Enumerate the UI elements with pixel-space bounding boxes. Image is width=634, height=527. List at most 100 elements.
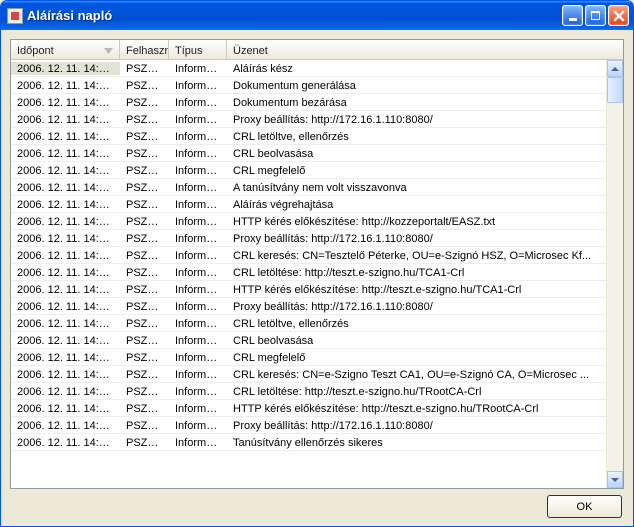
cell-time: 2006. 12. 11. 14:27:57	[11, 164, 120, 177]
cell-type: Information	[169, 164, 227, 177]
scroll-down-button[interactable]	[607, 471, 623, 488]
cell-type: Information	[169, 198, 227, 211]
window: Aláírási napló Időpont Felhaszn Típus Üz…	[0, 0, 634, 527]
minimize-button[interactable]	[562, 5, 583, 26]
vertical-scrollbar[interactable]	[606, 60, 623, 488]
cell-type: Information	[169, 130, 227, 143]
cell-msg: HTTP kérés előkészítése: http://teszt.e-…	[227, 283, 606, 296]
table-row[interactable]: 2006. 12. 11. 14:27:58PSZAF...Informatio…	[11, 60, 606, 77]
cell-type: Information	[169, 215, 227, 228]
cell-time: 2006. 12. 11. 14:27:56	[11, 334, 120, 347]
cell-msg: Aláírás kész	[227, 62, 606, 75]
column-header-message-label: Üzenet	[233, 45, 268, 57]
listview-rows: 2006. 12. 11. 14:27:58PSZAF...Informatio…	[11, 60, 606, 488]
column-header-user-label: Felhaszn	[126, 45, 169, 57]
cell-time: 2006. 12. 11. 14:27:57	[11, 130, 120, 143]
titlebar[interactable]: Aláírási napló	[1, 1, 633, 30]
cell-type: Information	[169, 181, 227, 194]
cell-msg: CRL beolvasása	[227, 334, 606, 347]
scroll-track[interactable]	[607, 77, 623, 471]
table-row[interactable]: 2006. 12. 11. 14:27:57PSZAF...Informatio…	[11, 162, 606, 179]
cell-time: 2006. 12. 11. 14:27:56	[11, 368, 120, 381]
listview-body: 2006. 12. 11. 14:27:58PSZAF...Informatio…	[11, 60, 623, 488]
cell-user: PSZAF...	[120, 62, 169, 75]
cell-user: PSZAF...	[120, 419, 169, 432]
cell-time: 2006. 12. 11. 14:27:55	[11, 436, 120, 449]
ok-button[interactable]: OK	[547, 495, 622, 518]
window-buttons	[562, 5, 629, 26]
minimize-icon	[569, 18, 577, 21]
cell-user: PSZAF...	[120, 368, 169, 381]
cell-msg: CRL keresés: CN=e-Szigno Teszt CA1, OU=e…	[227, 368, 606, 381]
cell-msg: A tanúsítvány nem volt visszavonva	[227, 181, 606, 194]
cell-time: 2006. 12. 11. 14:27:56	[11, 283, 120, 296]
window-title: Aláírási napló	[27, 8, 562, 23]
cell-user: PSZAF...	[120, 402, 169, 415]
cell-type: Information	[169, 385, 227, 398]
cell-msg: Aláírás végrehajtása	[227, 198, 606, 211]
app-icon	[7, 8, 23, 24]
cell-time: 2006. 12. 11. 14:27:56	[11, 402, 120, 415]
cell-type: Information	[169, 402, 227, 415]
table-row[interactable]: 2006. 12. 11. 14:27:56PSZAF...Informatio…	[11, 281, 606, 298]
cell-msg: Proxy beállítás: http://172.16.1.110:808…	[227, 113, 606, 126]
table-row[interactable]: 2006. 12. 11. 14:27:56PSZAF...Informatio…	[11, 247, 606, 264]
table-row[interactable]: 2006. 12. 11. 14:27:57PSZAF...Informatio…	[11, 230, 606, 247]
cell-user: PSZAF...	[120, 181, 169, 194]
scroll-up-button[interactable]	[607, 60, 623, 77]
cell-type: Information	[169, 266, 227, 279]
column-header-type[interactable]: Típus	[169, 40, 227, 59]
cell-msg: HTTP kérés előkészítése: http://teszt.e-…	[227, 402, 606, 415]
table-row[interactable]: 2006. 12. 11. 14:27:55PSZAF...Informatio…	[11, 434, 606, 451]
cell-type: Information	[169, 436, 227, 449]
cell-type: Information	[169, 334, 227, 347]
cell-msg: CRL megfelelő	[227, 351, 606, 364]
cell-time: 2006. 12. 11. 14:27:57	[11, 113, 120, 126]
scroll-thumb[interactable]	[607, 77, 623, 103]
column-header-time[interactable]: Időpont	[11, 40, 120, 59]
table-row[interactable]: 2006. 12. 11. 14:27:57PSZAF...Informatio…	[11, 196, 606, 213]
cell-user: PSZAF...	[120, 385, 169, 398]
cell-type: Information	[169, 300, 227, 313]
table-row[interactable]: 2006. 12. 11. 14:27:56PSZAF...Informatio…	[11, 366, 606, 383]
cell-time: 2006. 12. 11. 14:27:55	[11, 419, 120, 432]
cell-time: 2006. 12. 11. 14:27:56	[11, 266, 120, 279]
table-row[interactable]: 2006. 12. 11. 14:27:58PSZAF...Informatio…	[11, 94, 606, 111]
table-row[interactable]: 2006. 12. 11. 14:27:56PSZAF...Informatio…	[11, 400, 606, 417]
table-row[interactable]: 2006. 12. 11. 14:27:57PSZAF...Informatio…	[11, 213, 606, 230]
table-row[interactable]: 2006. 12. 11. 14:27:57PSZAF...Informatio…	[11, 179, 606, 196]
table-row[interactable]: 2006. 12. 11. 14:27:57PSZAF...Informatio…	[11, 145, 606, 162]
cell-user: PSZAF...	[120, 113, 169, 126]
maximize-button[interactable]	[585, 5, 606, 26]
cell-msg: CRL letöltve, ellenőrzés	[227, 130, 606, 143]
table-row[interactable]: 2006. 12. 11. 14:27:56PSZAF...Informatio…	[11, 315, 606, 332]
cell-time: 2006. 12. 11. 14:27:57	[11, 147, 120, 160]
table-row[interactable]: 2006. 12. 11. 14:27:58PSZAF...Informatio…	[11, 77, 606, 94]
cell-type: Information	[169, 283, 227, 296]
cell-user: PSZAF...	[120, 351, 169, 364]
cell-time: 2006. 12. 11. 14:27:57	[11, 198, 120, 211]
cell-msg: Proxy beállítás: http://172.16.1.110:808…	[227, 232, 606, 245]
table-row[interactable]: 2006. 12. 11. 14:27:56PSZAF...Informatio…	[11, 349, 606, 366]
cell-user: PSZAF...	[120, 147, 169, 160]
cell-time: 2006. 12. 11. 14:27:56	[11, 300, 120, 313]
cell-user: PSZAF...	[120, 317, 169, 330]
table-row[interactable]: 2006. 12. 11. 14:27:56PSZAF...Informatio…	[11, 264, 606, 281]
table-row[interactable]: 2006. 12. 11. 14:27:56PSZAF...Informatio…	[11, 298, 606, 315]
cell-type: Information	[169, 351, 227, 364]
close-button[interactable]	[608, 5, 629, 26]
column-header-time-label: Időpont	[17, 45, 54, 57]
column-header-message[interactable]: Üzenet	[227, 40, 623, 59]
cell-user: PSZAF...	[120, 436, 169, 449]
listview[interactable]: Időpont Felhaszn Típus Üzenet 2006. 12. …	[10, 39, 624, 489]
cell-user: PSZAF...	[120, 249, 169, 262]
table-row[interactable]: 2006. 12. 11. 14:27:56PSZAF...Informatio…	[11, 383, 606, 400]
table-row[interactable]: 2006. 12. 11. 14:27:57PSZAF...Informatio…	[11, 128, 606, 145]
column-header-user[interactable]: Felhaszn	[120, 40, 169, 59]
table-row[interactable]: 2006. 12. 11. 14:27:56PSZAF...Informatio…	[11, 332, 606, 349]
close-icon	[613, 10, 625, 22]
table-row[interactable]: 2006. 12. 11. 14:27:55PSZAF...Informatio…	[11, 417, 606, 434]
cell-user: PSZAF...	[120, 198, 169, 211]
cell-user: PSZAF...	[120, 96, 169, 109]
table-row[interactable]: 2006. 12. 11. 14:27:57PSZAF...Informatio…	[11, 111, 606, 128]
